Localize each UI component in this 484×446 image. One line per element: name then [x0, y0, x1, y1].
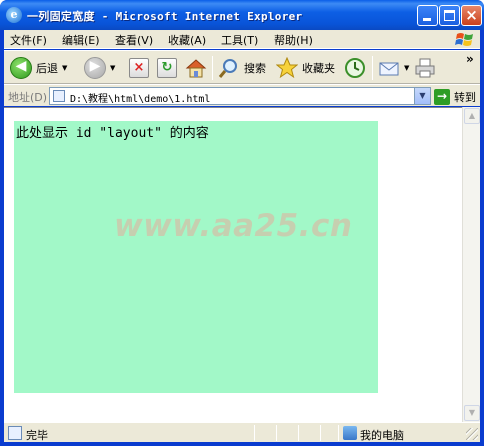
resize-grip[interactable] [466, 428, 478, 440]
status-divider [298, 425, 299, 441]
title-bar[interactable]: e 一列固定宽度 - Microsoft Internet Explorer × [0, 0, 484, 30]
address-value[interactable]: D:\教程\html\demo\1.html [70, 90, 210, 105]
scroll-up-icon[interactable]: ▲ [464, 108, 480, 124]
browser-window: e 一列固定宽度 - Microsoft Internet Explorer ×… [0, 0, 484, 446]
history-icon [345, 58, 365, 78]
ie-logo-icon: e [6, 7, 22, 23]
toolbar-separator [372, 56, 373, 80]
favorites-label: 收藏夹 [302, 62, 335, 75]
menu-bar: 文件(F) 编辑(E) 查看(V) 收藏(A) 工具(T) 帮助(H) [4, 30, 480, 49]
menu-view[interactable]: 查看(V) [115, 32, 153, 48]
back-button[interactable]: ◀ 后退 ▼ [10, 55, 67, 81]
go-arrow-icon: → [434, 89, 450, 105]
standard-toolbar: ◀ 后退 ▼ ▶ ▼ × ↻ 搜索 收藏夹 ▼ » [4, 50, 480, 84]
search-icon [218, 59, 237, 78]
status-divider [338, 425, 339, 441]
refresh-button[interactable]: ↻ [157, 55, 177, 81]
my-computer-icon [343, 426, 357, 440]
stop-icon: × [129, 58, 149, 78]
status-divider [276, 425, 277, 441]
forward-dropdown-icon[interactable]: ▼ [110, 64, 115, 72]
scroll-down-icon[interactable]: ▼ [464, 405, 480, 421]
toolbar-overflow-chevron[interactable]: » [466, 52, 474, 66]
favorites-button[interactable]: 收藏夹 [276, 55, 335, 81]
close-button[interactable]: × [461, 5, 482, 26]
mail-dropdown-icon[interactable]: ▼ [404, 64, 409, 72]
forward-arrow-icon: ▶ [84, 57, 106, 79]
layout-div: 此处显示 id "layout" 的内容 [14, 121, 378, 393]
address-label: 地址(D) [8, 91, 48, 104]
toolbar-separator [212, 56, 213, 80]
layout-text: 此处显示 id "layout" 的内容 [16, 126, 209, 141]
go-button[interactable]: → 转到 [434, 88, 476, 106]
favorites-star-icon [276, 57, 298, 79]
close-icon: × [465, 6, 478, 24]
print-icon [415, 58, 435, 78]
home-button[interactable] [185, 55, 207, 81]
refresh-icon: ↻ [157, 58, 177, 78]
search-button[interactable]: 搜索 [218, 55, 266, 81]
status-bar: 完毕 我的电脑 [4, 422, 480, 442]
minimize-icon [423, 18, 431, 21]
window-title: 一列固定宽度 - Microsoft Internet Explorer [27, 10, 303, 23]
mail-icon [379, 62, 399, 76]
history-button[interactable] [344, 55, 366, 81]
status-page-icon [8, 426, 22, 440]
maximize-button[interactable] [439, 5, 460, 26]
address-dropdown-icon[interactable]: ▼ [414, 88, 430, 104]
maximize-icon [444, 10, 455, 21]
stop-button[interactable]: × [129, 55, 149, 81]
back-dropdown-icon[interactable]: ▼ [62, 64, 67, 72]
menu-favorites[interactable]: 收藏(A) [168, 32, 206, 48]
windows-flag-icon [455, 33, 473, 46]
zone-text: 我的电脑 [360, 429, 404, 442]
minimize-button[interactable] [417, 5, 438, 26]
forward-button[interactable]: ▶ ▼ [84, 55, 115, 81]
status-text: 完毕 [26, 429, 48, 442]
go-label: 转到 [454, 91, 476, 104]
search-label: 搜索 [244, 62, 266, 75]
home-icon [185, 59, 207, 78]
watermark: www.aa25.cn [114, 208, 353, 244]
back-label: 后退 [36, 62, 58, 75]
page-content: 此处显示 id "layout" 的内容 www.aa25.cn [4, 107, 462, 422]
menu-help[interactable]: 帮助(H) [274, 32, 313, 48]
print-button[interactable] [414, 55, 436, 81]
address-input[interactable]: D:\教程\html\demo\1.html ▼ [49, 87, 431, 105]
vertical-scrollbar[interactable]: ▲ ▼ [462, 107, 480, 422]
page-icon [53, 90, 65, 102]
menu-tools[interactable]: 工具(T) [221, 32, 258, 48]
status-divider [320, 425, 321, 441]
menu-edit[interactable]: 编辑(E) [62, 32, 100, 48]
menu-file[interactable]: 文件(F) [10, 32, 47, 48]
address-bar: 地址(D) D:\教程\html\demo\1.html ▼ → 转到 [4, 84, 480, 106]
status-divider [254, 425, 255, 441]
back-arrow-icon: ◀ [10, 57, 32, 79]
mail-button[interactable]: ▼ [378, 55, 409, 81]
